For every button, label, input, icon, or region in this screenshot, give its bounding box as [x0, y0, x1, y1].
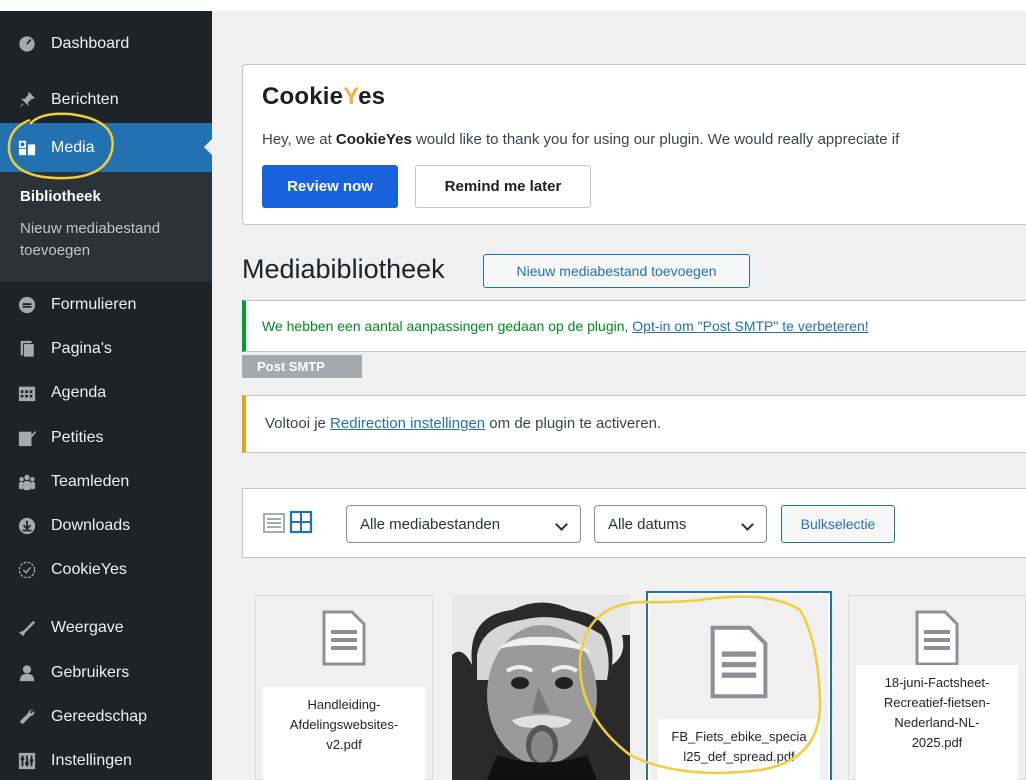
pin-icon: [18, 91, 36, 109]
settings-icon: [18, 752, 36, 770]
sidebar-item-label: Teamleden: [51, 473, 130, 490]
post-smtp-message: We hebben een aantal aanpassingen gedaan…: [262, 318, 869, 334]
media-tile[interactable]: 18-juni-Factsheet- Recreatief-fietsen- Ned…: [848, 595, 1026, 780]
main-content: CookieYes Hey, we at CookieYes would lik…: [212, 0, 1026, 780]
chevron-down-icon: [741, 518, 754, 531]
sidebar-item-media[interactable]: Media: [0, 123, 212, 172]
review-now-button[interactable]: Review now: [262, 165, 398, 208]
media-toolbar: Alle mediabestanden Alle datums Bulksele…: [242, 488, 1026, 558]
sidebar-item-label: Agenda: [51, 384, 107, 401]
sidebar-item-label: Pagina's: [51, 340, 112, 357]
media-type-select[interactable]: Alle mediabestanden: [346, 505, 581, 543]
forms-icon: [18, 296, 36, 314]
sidebar-item-label: Gebruikers: [51, 664, 130, 681]
redirection-notice: Voltooi je Redirection instellingen om d…: [242, 395, 1026, 453]
sidebar-item-label: Petities: [51, 429, 104, 446]
bulk-select-button[interactable]: Bulkselectie: [781, 505, 895, 543]
submenu-add-new-line2[interactable]: toevoegen: [20, 240, 90, 262]
media-tile[interactable]: Handleiding- Afdelingswebsites-v2.pdf: [255, 595, 433, 780]
cookieyes-logo: CookieYes: [262, 83, 386, 110]
media-icon: [18, 139, 36, 157]
sidebar-item-label: Media: [51, 138, 95, 156]
sidebar-item-label: Weergave: [51, 619, 124, 636]
sidebar-item-gebruikers[interactable]: Gebruikers: [0, 656, 212, 690]
document-icon: [710, 625, 768, 699]
calendar-icon: [18, 384, 36, 402]
document-icon: [322, 610, 366, 666]
screenshot-frame: Dashboard Berichten Media Bibliotheek Ni…: [0, 0, 1026, 780]
file-name: FB_Fiets_ebike_specia l25_def_spread.pdf: [658, 719, 820, 780]
cookieyes-icon: [18, 561, 36, 579]
admin-sidebar: Dashboard Berichten Media Bibliotheek Ni…: [0, 11, 212, 780]
dashboard-icon: [18, 35, 36, 53]
sidebar-item-label: Downloads: [51, 517, 131, 534]
sidebar-item-instellingen[interactable]: Instellingen: [0, 744, 212, 778]
cookieyes-message: Hey, we at CookieYes would like to thank…: [262, 131, 900, 148]
sidebar-item-formulieren[interactable]: Formulieren: [0, 288, 212, 322]
sidebar-item-label: Formulieren: [51, 296, 137, 313]
media-tile-image[interactable]: [452, 595, 630, 780]
add-new-media-button[interactable]: Nieuw mediabestand toevoegen: [483, 254, 750, 288]
sidebar-item-label: Gereedschap: [51, 708, 148, 725]
media-tile-selected[interactable]: FB_Fiets_ebike_specia l25_def_spread.pdf: [650, 595, 828, 780]
document-icon: [915, 610, 959, 666]
edit-icon: [18, 429, 36, 447]
sidebar-item-weergave[interactable]: Weergave: [0, 611, 212, 645]
submenu-add-new-line1[interactable]: Nieuw mediabestand: [20, 218, 160, 240]
redirection-settings-link[interactable]: Redirection instellingen: [330, 415, 485, 432]
submenu-bibliotheek[interactable]: Bibliotheek: [20, 186, 101, 208]
portrait-photo: [452, 595, 630, 780]
sidebar-item-label: Dashboard: [51, 35, 130, 52]
sidebar-item-berichten[interactable]: Berichten: [0, 83, 212, 117]
remind-later-button[interactable]: Remind me later: [415, 165, 591, 208]
list-view-icon[interactable]: [263, 512, 285, 534]
post-smtp-badge: Post SMTP: [242, 355, 362, 378]
top-strip: [212, 0, 1026, 11]
download-icon: [18, 517, 36, 535]
appearance-icon: [18, 619, 36, 637]
sidebar-item-label: Instellingen: [51, 752, 132, 769]
post-smtp-notice: We hebben een aantal aanpassingen gedaan…: [242, 300, 1026, 352]
users-icon: [18, 664, 36, 682]
file-name: 18-juni-Factsheet- Recreatief-fietsen- Ned…: [856, 665, 1018, 780]
sidebar-item-agenda[interactable]: Agenda: [0, 376, 212, 410]
date-select[interactable]: Alle datums: [594, 505, 767, 543]
sidebar-item-dashboard[interactable]: Dashboard: [0, 27, 212, 61]
sidebar-item-paginas[interactable]: Pagina's: [0, 332, 212, 366]
tools-icon: [18, 708, 36, 726]
sidebar-item-gereedschap[interactable]: Gereedschap: [0, 700, 212, 734]
grid-view-icon[interactable]: [289, 510, 313, 534]
sidebar-item-label: CookieYes: [51, 561, 127, 578]
page-title: Mediabibliotheek: [242, 254, 445, 284]
sidebar-item-cookieyes[interactable]: CookieYes: [0, 553, 212, 587]
pages-icon: [18, 340, 36, 358]
sidebar-item-petities[interactable]: Petities: [0, 421, 212, 455]
redirection-message: Voltooi je Redirection instellingen om d…: [265, 415, 662, 432]
sidebar-item-teamleden[interactable]: Teamleden: [0, 465, 212, 499]
sidebar-item-downloads[interactable]: Downloads: [0, 509, 212, 543]
file-name: Handleiding- Afdelingswebsites-v2.pdf: [263, 687, 425, 780]
sidebar-item-label: Berichten: [51, 91, 119, 108]
current-arrow: [204, 139, 212, 155]
cookieyes-notice: CookieYes Hey, we at CookieYes would lik…: [242, 64, 1026, 225]
media-submenu: Bibliotheek Nieuw mediabestand toevoegen: [0, 172, 212, 282]
chevron-down-icon: [555, 518, 568, 531]
team-icon: [18, 473, 36, 491]
post-smtp-optin-link[interactable]: Opt-in om "Post SMTP" te verbeteren!: [632, 318, 868, 334]
